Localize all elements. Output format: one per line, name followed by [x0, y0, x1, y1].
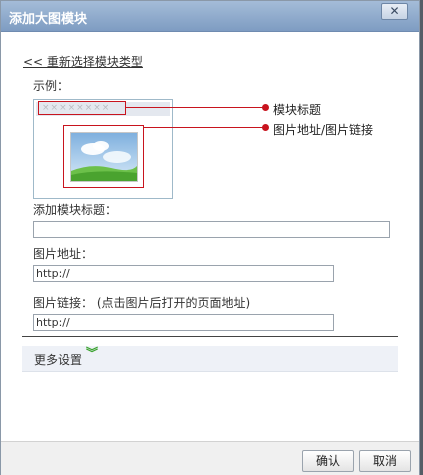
double-chevron-down-icon: ︾ — [86, 346, 99, 360]
dialog-titlebar: 添加大图模块 ✕ — [1, 1, 419, 32]
dialog-title: 添加大图模块 — [9, 12, 88, 27]
image-callout-text: 图片地址/图片链接 — [273, 123, 374, 137]
example-label: 示例： — [33, 79, 70, 93]
landscape-image-icon — [70, 132, 138, 182]
confirm-button[interactable]: 确认 — [302, 450, 354, 472]
close-button[interactable]: ✕ — [381, 3, 408, 20]
image-callout-dot — [262, 124, 269, 131]
module-title-label: 添加模块标题： — [33, 203, 118, 217]
title-callout-line — [125, 107, 266, 108]
image-callout-line — [143, 127, 266, 128]
image-link-label: 图片链接： (点击图片后打开的页面地址) — [33, 296, 251, 310]
title-callout-text: 模块标题 — [273, 103, 322, 117]
image-url-input[interactable]: http:// — [33, 265, 334, 282]
module-title-input[interactable] — [33, 221, 390, 238]
more-settings-toggle[interactable]: 更多设置 ︾ — [22, 346, 398, 372]
preview-title-placeholder: ×××××××× — [38, 101, 126, 115]
module-preview: ×××××××× — [33, 99, 173, 199]
dialog-footer: 确认 取消 — [1, 441, 419, 475]
close-icon: ✕ — [389, 4, 400, 18]
image-link-input[interactable]: http:// — [33, 314, 334, 331]
add-large-image-module-dialog: 添加大图模块 ✕ << 重新选择模块类型 示例： ×××××××× 模块标题 图… — [0, 0, 420, 475]
divider — [22, 336, 398, 337]
more-settings-label: 更多设置 — [34, 353, 83, 367]
title-callout-dot — [262, 104, 269, 111]
cancel-button[interactable]: 取消 — [359, 450, 411, 472]
image-url-label: 图片地址： — [33, 247, 94, 261]
reselect-module-type-link[interactable]: << 重新选择模块类型 — [23, 53, 143, 70]
preview-image-frame — [63, 125, 144, 188]
